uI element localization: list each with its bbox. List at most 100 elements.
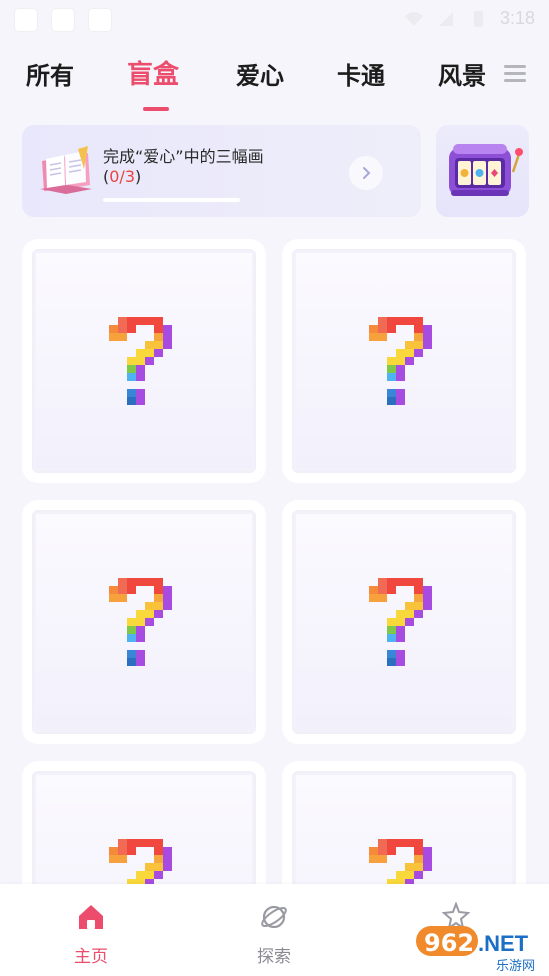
question-mark-pixel <box>414 855 423 863</box>
question-mark-pixel <box>396 578 405 586</box>
question-mark-pixel <box>145 349 154 357</box>
question-mark-pixel <box>387 650 396 658</box>
question-mark-pixel <box>423 325 432 333</box>
question-mark-pixel <box>163 341 172 349</box>
svg-text:.NET: .NET <box>478 931 529 956</box>
nav-home[interactable]: 主页 <box>51 902 131 967</box>
question-mark-pixel <box>154 317 163 325</box>
question-mark-icon <box>109 578 172 666</box>
question-mark-pixel <box>414 871 423 879</box>
question-mark-pixel <box>118 317 127 325</box>
watermark-logo: 962 .NET 乐游网 <box>416 926 535 972</box>
question-mark-pixel <box>154 602 163 610</box>
question-mark-pixel <box>405 610 414 618</box>
question-mark-pixel <box>405 317 414 325</box>
question-mark-pixel <box>127 658 136 666</box>
question-mark-pixel <box>163 847 172 855</box>
question-mark-pixel <box>414 594 423 602</box>
question-mark-pixel <box>154 349 163 357</box>
question-mark-pixel <box>369 594 378 602</box>
question-mark-pixel <box>423 586 432 594</box>
question-mark-pixel <box>136 650 145 658</box>
question-mark-pixel <box>154 325 163 333</box>
question-mark-pixel <box>378 586 387 594</box>
question-mark-pixel <box>405 578 414 586</box>
question-mark-pixel <box>396 365 405 373</box>
question-mark-pixel <box>127 618 136 626</box>
question-mark-pixel <box>387 618 396 626</box>
question-mark-pixel <box>136 317 145 325</box>
svg-text:乐游网: 乐游网 <box>496 959 535 972</box>
question-mark-pixel <box>414 602 423 610</box>
question-mark-pixel <box>387 325 396 333</box>
blind-box-card[interactable]: ? <box>22 239 266 483</box>
question-mark-pixel <box>387 317 396 325</box>
question-mark-pixel <box>414 333 423 341</box>
nav-explore[interactable]: 探索 <box>234 902 314 967</box>
question-mark-pixel <box>136 373 145 381</box>
question-mark-pixel <box>369 325 378 333</box>
blind-box-card[interactable]: ? <box>22 500 266 744</box>
question-mark-pixel <box>378 317 387 325</box>
question-mark-pixel <box>405 341 414 349</box>
question-mark-pixel <box>136 397 145 405</box>
question-mark-pixel <box>127 586 136 594</box>
question-mark-pixel <box>396 650 405 658</box>
question-mark-pixel <box>387 373 396 381</box>
question-mark-pixel <box>154 341 163 349</box>
question-mark-pixel <box>396 658 405 666</box>
question-mark-pixel <box>414 341 423 349</box>
question-mark-pixel <box>127 397 136 405</box>
question-mark-pixel <box>414 863 423 871</box>
blind-box-card[interactable]: ? <box>282 500 526 744</box>
question-mark-pixel <box>136 349 145 357</box>
question-mark-pixel <box>396 839 405 847</box>
blind-box-card[interactable]: ? <box>282 239 526 483</box>
question-mark-pixel <box>387 847 396 855</box>
question-mark-pixel <box>405 839 414 847</box>
question-mark-pixel <box>118 325 127 333</box>
question-mark-pixel <box>163 855 172 863</box>
question-mark-pixel <box>154 610 163 618</box>
question-mark-pixel <box>127 634 136 642</box>
question-mark-pixel <box>396 389 405 397</box>
question-mark-pixel <box>163 325 172 333</box>
question-mark-pixel <box>378 855 387 863</box>
question-mark-pixel <box>378 325 387 333</box>
question-mark-pixel <box>423 863 432 871</box>
question-mark-pixel <box>127 847 136 855</box>
question-mark-pixel <box>163 602 172 610</box>
question-mark-pixel <box>118 839 127 847</box>
question-mark-pixel <box>154 871 163 879</box>
question-mark-pixel <box>405 357 414 365</box>
question-mark-pixel <box>423 333 432 341</box>
question-mark-pixel <box>136 389 145 397</box>
question-mark-pixel <box>136 871 145 879</box>
question-mark-pixel <box>118 586 127 594</box>
question-mark-pixel <box>136 578 145 586</box>
question-mark-pixel <box>387 397 396 405</box>
question-mark-pixel <box>387 634 396 642</box>
svg-text:962: 962 <box>424 929 474 957</box>
question-mark-pixel <box>423 341 432 349</box>
question-mark-icon <box>109 317 172 405</box>
question-mark-pixel <box>118 333 127 341</box>
question-mark-pixel <box>127 650 136 658</box>
question-mark-pixel <box>387 357 396 365</box>
question-mark-pixel <box>127 317 136 325</box>
question-mark-pixel <box>369 847 378 855</box>
question-mark-pixel <box>154 586 163 594</box>
question-mark-pixel <box>136 626 145 634</box>
question-mark-pixel <box>127 626 136 634</box>
question-mark-pixel <box>118 594 127 602</box>
question-mark-pixel <box>396 618 405 626</box>
question-mark-pixel <box>396 397 405 405</box>
question-mark-pixel <box>154 847 163 855</box>
question-mark-pixel <box>145 863 154 871</box>
question-mark-pixel <box>414 610 423 618</box>
question-mark-pixel <box>136 610 145 618</box>
question-mark-icon <box>369 317 432 405</box>
question-mark-pixel <box>387 389 396 397</box>
question-mark-pixel <box>163 333 172 341</box>
question-mark-pixel <box>396 317 405 325</box>
